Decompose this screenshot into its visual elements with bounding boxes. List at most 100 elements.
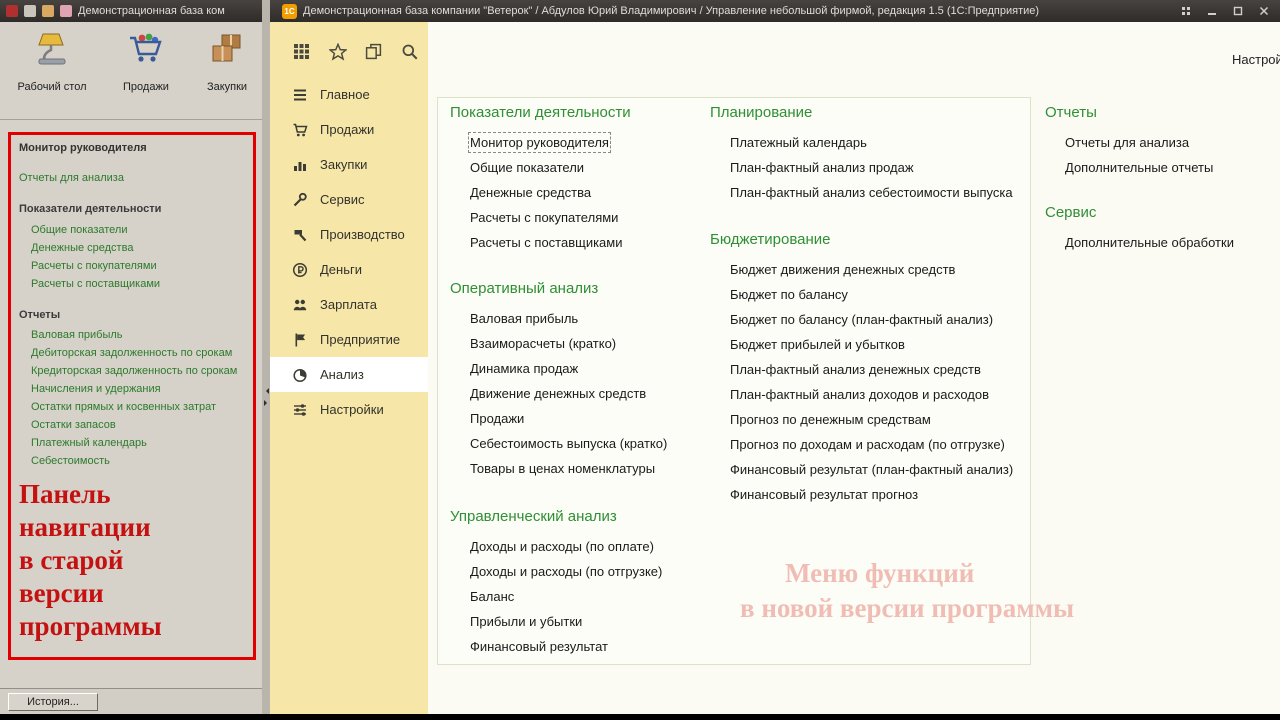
hammer-icon — [292, 227, 308, 243]
sidebar-item-settings[interactable]: Настройки — [270, 392, 428, 427]
sidebar-item-service[interactable]: Сервис — [270, 182, 428, 217]
menu-function-link[interactable]: Баланс — [470, 584, 662, 609]
menu-function-link[interactable]: Движение денежных средств — [470, 381, 667, 406]
sidebar-item-main[interactable]: Главное — [270, 77, 428, 112]
menu-group-reports: Отчеты Отчеты для анализа Дополнительные… — [1045, 104, 1213, 180]
menu-function-link[interactable]: Взаиморасчеты (кратко) — [470, 331, 667, 356]
menu-function-link[interactable]: Прогноз по денежным средствам — [730, 407, 1013, 432]
sidebar-item-sales[interactable]: Продажи — [270, 112, 428, 147]
menu-function-link[interactable]: Финансовый результат прогноз — [730, 482, 1013, 507]
menu-function-link[interactable]: Финансовый результат (план-фактный анали… — [730, 457, 1013, 482]
menu-function-link[interactable]: Монитор руководителя — [468, 132, 611, 153]
minimize-button[interactable] — [1202, 3, 1222, 19]
menu-function-link[interactable]: Валовая прибыль — [470, 306, 667, 331]
menu-function-link[interactable]: Отчеты для анализа — [1065, 130, 1213, 155]
favorites-star-icon[interactable] — [326, 40, 349, 63]
sidebar-item-analysis[interactable]: Анализ — [270, 357, 428, 392]
nav-link[interactable]: Валовая прибыль — [31, 326, 245, 344]
nav-section-header: Отчеты — [19, 309, 61, 321]
sidebar-item-money[interactable]: Деньги — [270, 252, 428, 287]
toolbar-button-sales[interactable]: Продажи — [104, 28, 188, 93]
boxes-icon — [207, 28, 247, 77]
menu-function-link[interactable]: Бюджет движения денежных средств — [730, 257, 1013, 282]
nav-link[interactable]: Остатки прямых и косвенных затрат — [31, 398, 245, 416]
sidebar-tools — [270, 22, 428, 77]
apps-grid-icon[interactable] — [290, 40, 313, 63]
menu-function-link[interactable]: Динамика продаж — [470, 356, 667, 381]
menu-function-link[interactable]: Общие показатели — [470, 155, 631, 180]
toolbar-button-label: Закупки — [206, 81, 248, 93]
toolbar-icon — [24, 5, 36, 17]
nav-link[interactable]: Расчеты с поставщиками — [31, 275, 245, 293]
1c-logo-icon: 1С — [282, 3, 297, 19]
menu-function-link[interactable]: Дополнительные обработки — [1065, 230, 1234, 255]
menu-function-link[interactable]: Доходы и расходы (по оплате) — [470, 534, 662, 559]
toolbar-icon — [42, 5, 54, 17]
menu-function-link[interactable]: Расчеты с поставщиками — [470, 230, 631, 255]
menu-function-link[interactable]: Себестоимость выпуска (кратко) — [470, 431, 667, 456]
old-navigation-panel: Монитор руководителя Отчеты для анализа … — [8, 132, 256, 660]
menu-function-link[interactable]: Прибыли и убытки — [470, 609, 662, 634]
nav-section-items: Валовая прибыль Дебиторская задолженност… — [19, 326, 245, 470]
menu-bars-icon — [292, 87, 308, 103]
history-icon[interactable] — [362, 40, 385, 63]
sidebar-item-enterprise[interactable]: Предприятие — [270, 322, 428, 357]
desk-lamp-icon — [32, 28, 72, 77]
nav-link[interactable]: Расчеты с покупателями — [31, 257, 245, 275]
menu-function-link[interactable]: Прогноз по доходам и расходам (по отгруз… — [730, 432, 1013, 457]
annotation-new-version-line2: в новой версии программы — [740, 593, 1075, 623]
search-icon[interactable] — [398, 40, 421, 63]
close-button[interactable] — [1254, 3, 1274, 19]
window-splitter[interactable] — [262, 0, 270, 714]
menu-function-link[interactable]: Бюджет по балансу — [730, 282, 1013, 307]
toolbar-button-desktop[interactable]: Рабочий стол — [10, 28, 94, 93]
nav-link[interactable]: Денежные средства — [31, 239, 245, 257]
nav-link[interactable]: Кредиторская задолженность по срокам — [31, 362, 245, 380]
nav-link[interactable]: Общие показатели — [31, 221, 245, 239]
sidebar-item-label: Производство — [320, 227, 405, 242]
menu-function-link[interactable]: Дополнительные отчеты — [1065, 155, 1213, 180]
nav-link[interactable]: Дебиторская задолженность по срокам — [31, 344, 245, 362]
old-statusbar: История... — [0, 688, 262, 714]
old-toolbar: Рабочий стол Продажи Закупки — [0, 22, 262, 120]
menu-function-link[interactable]: План-фактный анализ продаж — [730, 155, 1013, 180]
pie-chart-icon — [292, 367, 308, 383]
sidebar-item-label: Продажи — [320, 122, 375, 137]
nav-link[interactable]: Платежный календарь — [31, 434, 245, 452]
menu-function-link[interactable]: План-фактный анализ доходов и расходов — [730, 382, 1013, 407]
maximize-button[interactable] — [1228, 3, 1248, 19]
menu-function-link[interactable]: Расчеты с покупателями — [470, 205, 631, 230]
bar-chart-icon — [292, 157, 308, 173]
menu-function-link[interactable]: Бюджет по балансу (план-фактный анализ) — [730, 307, 1013, 332]
history-button[interactable]: История... — [8, 693, 98, 711]
menu-function-link[interactable]: План-фактный анализ себестоимости выпуск… — [730, 180, 1013, 205]
menu-function-link[interactable]: Бюджет прибылей и убытков — [730, 332, 1013, 357]
menu-group-service: Сервис Дополнительные обработки — [1045, 204, 1234, 255]
menu-function-link[interactable]: Платежный календарь — [730, 130, 1013, 155]
menu-function-link[interactable]: Продажи — [470, 406, 667, 431]
sidebar-item-purchases[interactable]: Закупки — [270, 147, 428, 182]
nav-link[interactable]: Себестоимость — [31, 452, 245, 470]
menu-function-link[interactable]: Товары в ценах номенклатуры — [470, 456, 667, 481]
menu-function-link[interactable]: План-фактный анализ денежных средств — [730, 357, 1013, 382]
nav-panel-title: Монитор руководителя — [19, 142, 147, 154]
sidebar-item-salary[interactable]: Зарплата — [270, 287, 428, 322]
nav-link[interactable]: Начисления и удержания — [31, 380, 245, 398]
cart-icon — [292, 122, 308, 138]
settings-link[interactable]: Настрой — [1232, 52, 1280, 67]
menu-function-link[interactable]: Денежные средства — [470, 180, 631, 205]
collapse-arrow-icon — [263, 388, 269, 394]
window-menu-button[interactable] — [1176, 3, 1196, 19]
toolbar-button-purchases[interactable]: Закупки — [196, 28, 258, 93]
old-version-window: Демонстрационная база ком Рабочий стол П… — [0, 0, 262, 714]
sidebar-item-production[interactable]: Производство — [270, 217, 428, 252]
menu-group-header: Управленческий анализ — [450, 508, 617, 525]
nav-link[interactable]: Остатки запасов — [31, 416, 245, 434]
toolbar-button-label: Рабочий стол — [17, 81, 87, 93]
menu-function-link[interactable]: Доходы и расходы (по отгрузке) — [470, 559, 662, 584]
sidebar-item-label: Зарплата — [320, 297, 377, 312]
nav-section-items: Общие показатели Денежные средства Расче… — [19, 221, 245, 293]
menu-group-planning: Планирование Платежный календарь План-фа… — [710, 104, 1013, 205]
menu-function-link[interactable]: Финансовый результат — [470, 634, 662, 659]
nav-link[interactable]: Отчеты для анализа — [19, 171, 245, 185]
